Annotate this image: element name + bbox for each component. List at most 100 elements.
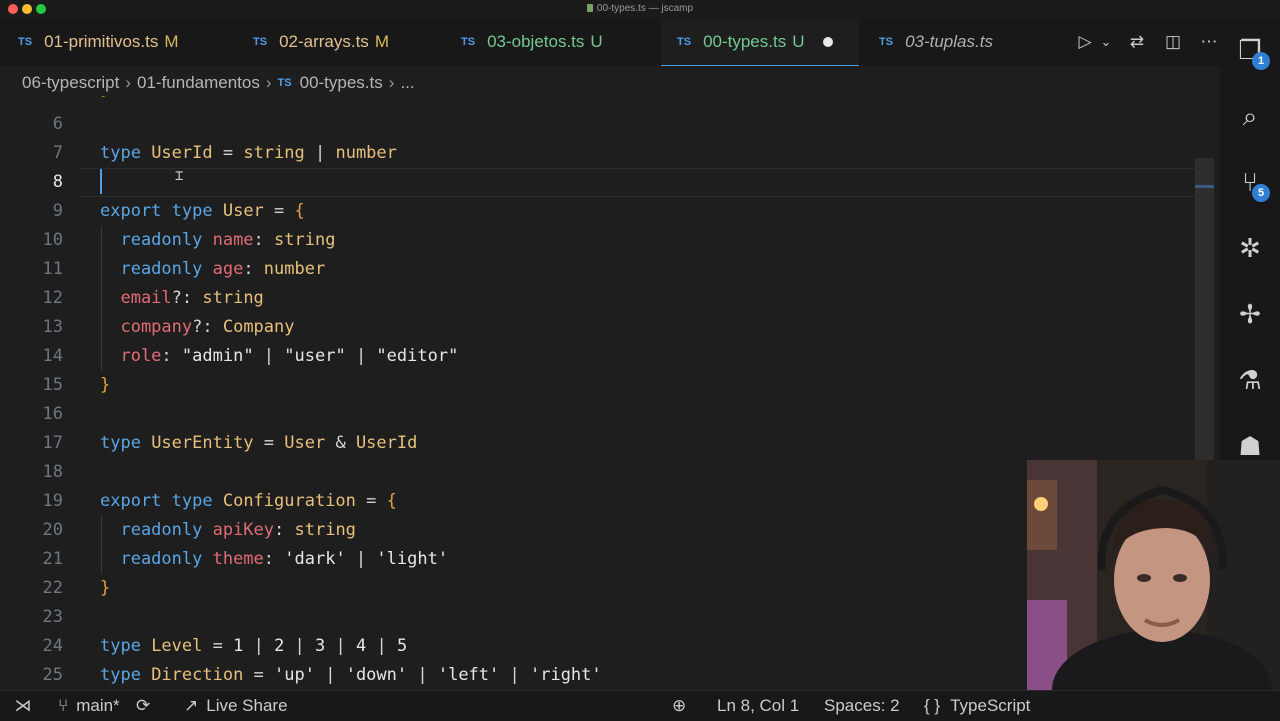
code-token: theme [212,549,264,569]
zoom-button[interactable]: ⊕ [672,691,686,721]
code-token: { [386,491,397,511]
code-token: age [212,259,244,279]
typescript-file-icon: TS [18,36,33,48]
code-token: type [171,491,223,511]
webcam-overlay [1027,460,1280,690]
source-control-icon[interactable]: ⑂ 5 [1232,164,1270,202]
activity-glyph: ⚗ [1238,365,1262,395]
code-token: : [161,346,182,366]
unsaved-indicator-icon[interactable] [822,36,833,47]
code-token: email [100,288,172,308]
code-token: 3 [315,636,326,656]
code-line[interactable]: 12 email?: string [0,284,1220,313]
code-token: = [212,143,244,163]
testing-icon[interactable]: ⚗ [1232,362,1268,398]
code-token: string [202,288,264,308]
code-text: email?: string [100,284,264,313]
cursor-position[interactable]: Ln 8, Col 1 [717,691,799,721]
count-badge: 1 [1252,52,1270,70]
run-dropdown-icon[interactable]: ⌄ [1100,34,1112,50]
code-line[interactable]: 16 [0,400,1220,429]
line-number: 19 [42,491,63,511]
activity-glyph: ☗ [1238,431,1262,461]
braces-icon: { } [924,696,941,715]
live-share-button[interactable]: ↗ Live Share [184,691,288,721]
compare-changes-icon[interactable]: ⇄ [1126,32,1148,52]
code-token: | [407,665,438,685]
breadcrumb: 06-typescript › 01-fundamentos › TS 00-t… [22,70,415,96]
code-line[interactable]: 17 type UserEntity = User & UserId [0,429,1220,458]
typescript-file-icon: TS [879,36,894,48]
code-token: export [100,201,172,221]
typescript-file-icon: TS [461,36,476,48]
line-number: 25 [42,665,63,685]
code-token: UserId [151,143,213,163]
github-icon[interactable]: ☗ [1232,428,1268,464]
language-mode[interactable]: { } TypeScript [924,691,1030,721]
tab-00-types[interactable]: TS 00-types.ts U [661,18,859,66]
line-number: 8 [52,172,63,192]
tab-label: 02-arrays.ts [279,32,369,51]
code-token: "editor" [376,346,459,366]
window-titlebar: 00-types.ts — jscamp [0,0,1280,18]
code-line[interactable]: 14 role: "admin" | "user" | "editor" [0,342,1220,371]
explorer-icon[interactable]: ❐ 1 [1232,32,1270,70]
text-cursor [100,169,102,194]
code-token: } [100,375,111,395]
code-token: : [274,520,295,540]
more-actions-icon[interactable]: ⋯ [1198,32,1220,52]
extensions-icon[interactable]: ✢ [1232,296,1268,332]
breadcrumb-item-file[interactable]: 00-types.ts [300,73,383,93]
code-line[interactable]: 10 readonly name: string [0,226,1220,255]
branch-name: main* [76,696,120,715]
tab-label: 03-tuplas.ts [905,32,993,51]
presenter-video [1027,460,1280,690]
code-text: type Level = 1 | 2 | 3 | 4 | 5 [100,632,407,661]
code-token: "user" [284,346,346,366]
code-text: } [100,574,110,603]
code-token: User [222,201,264,221]
tab-02-arrays[interactable]: TS 02-arrays.ts M [253,18,433,66]
breadcrumb-separator-icon: › [265,73,272,92]
code-line[interactable]: 7 type UserId = string | number [0,139,1220,168]
sync-button[interactable]: ⟳ [136,691,150,721]
code-line[interactable]: 15} [0,371,1220,400]
live-share-icon: ↗ [184,696,199,715]
indentation-setting[interactable]: Spaces: 2 [824,691,900,721]
search-icon[interactable]: ⌕ [1232,98,1268,134]
code-token: string [243,143,305,163]
count-badge: 5 [1252,184,1270,202]
split-editor-icon[interactable]: ◫ [1162,32,1184,52]
line-number: 13 [42,317,63,337]
line-number: 18 [42,462,63,482]
mouse-ibeam-icon: ⌶ [175,168,184,184]
breadcrumb-symbols[interactable]: ... [400,73,414,93]
debug-icon[interactable]: ✲ [1232,230,1268,266]
code-line[interactable]: 6 [0,110,1220,139]
code-line[interactable]: 11 readonly age: number [0,255,1220,284]
run-icon[interactable]: ▷ [1074,32,1096,52]
code-text: type Direction = 'up' | 'down' | 'left' … [100,661,602,690]
tab-01-primitivos[interactable]: TS 01-primitivos.ts M [18,18,223,66]
code-token: 'right' [529,665,602,685]
code-line[interactable]: 13 company?: Company [0,313,1220,342]
editor-tab-bar: TS 01-primitivos.ts M TS 02-arrays.ts M … [0,18,1220,66]
live-share-label: Live Share [206,696,288,715]
code-token: | [345,549,377,569]
code-token: = [263,201,295,221]
tab-03-objetos[interactable]: TS 03-objetos.ts U [461,18,651,66]
code-token: 'up' [274,665,315,685]
tab-label: 01-primitivos.ts [44,32,159,51]
branch-icon: ⑂ [58,696,69,715]
code-token: number [335,143,397,163]
code-token: | [284,636,316,656]
branch-indicator[interactable]: ⑂ main* [58,691,120,721]
code-text: readonly name: string [100,226,335,255]
remote-indicator[interactable]: ⋊ [12,691,34,721]
tab-03-tuplas[interactable]: TS 03-tuplas.ts [879,18,1019,66]
code-line[interactable]: 9 export type User = { [0,197,1220,226]
breadcrumb-item-06-typescript[interactable]: 06-typescript [22,73,119,93]
breadcrumb-item-01-fundamentos[interactable]: 01-fundamentos [137,73,260,93]
file-icon [586,4,593,12]
code-token: string [274,230,336,250]
